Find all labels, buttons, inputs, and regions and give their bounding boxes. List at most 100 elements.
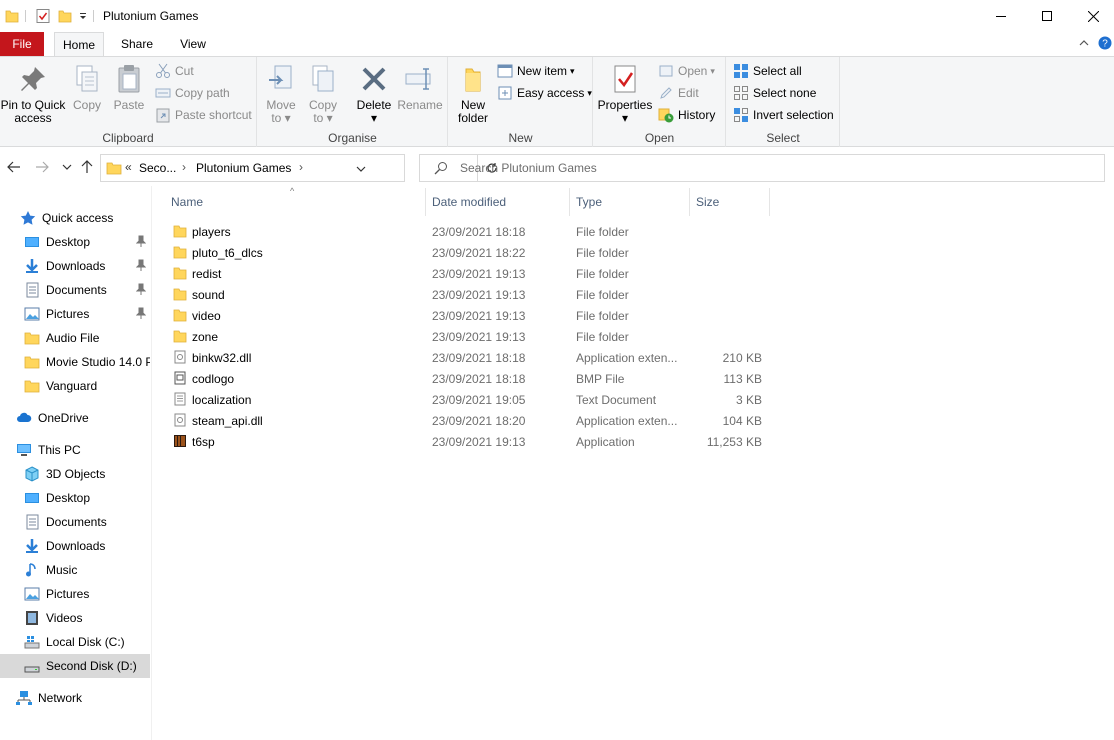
tab-file[interactable]: File [0,32,44,56]
collapse-ribbon-icon[interactable] [1079,39,1089,47]
properties-quick-icon[interactable] [36,8,50,24]
invert-selection-button[interactable]: Invert selection [733,105,834,125]
nav-label: Desktop [46,235,91,249]
nav-pc-second-disk-d[interactable]: Second Disk (D:) [0,654,150,678]
nav-label: OneDrive [38,411,89,425]
nav-quick-access[interactable]: Quick access [0,206,150,230]
delete-dropdown-arrow[interactable]: ▾ [352,112,396,125]
nav-pc-music[interactable]: Music [0,558,150,582]
breadcrumb-separator[interactable]: › [299,160,303,174]
nav-pc-pictures[interactable]: Pictures [0,582,150,606]
file-row-video[interactable]: video 23/09/2021 19:13 File folder [165,305,765,326]
column-header-date-modified[interactable]: Date modified [426,188,570,216]
file-row-players[interactable]: players 23/09/2021 18:18 File folder [165,221,765,242]
tab-home[interactable]: Home [54,32,104,57]
nav-this-pc[interactable]: This PC [0,438,150,462]
select-all-button[interactable]: Select all [733,61,802,81]
file-row-pluto-t6-dlcs[interactable]: pluto_t6_dlcs 23/09/2021 18:22 File folder [165,242,765,263]
file-row-sound[interactable]: sound 23/09/2021 19:13 File folder [165,284,765,305]
file-row-redist[interactable]: redist 23/09/2021 19:13 File folder [165,263,765,284]
delete-button[interactable]: Delete ▾ [352,59,396,125]
pin-icon[interactable] [136,283,146,295]
edit-button[interactable]: Edit [658,83,699,103]
address-bar[interactable]: « Seco... › Plutonium Games › [100,154,497,182]
address-history-chevron-icon[interactable] [356,165,366,173]
paste-shortcut-button[interactable]: Paste shortcut [155,105,252,125]
folder-icon [24,380,40,393]
column-header-name[interactable]: Name [165,188,426,216]
help-icon[interactable]: ? [1098,36,1112,50]
music-note-icon [26,563,36,577]
easy-access-button[interactable]: Easy access ▾ [497,83,592,103]
breadcrumb-second-disk[interactable]: Seco... [139,161,176,175]
file-type: Application [576,435,635,449]
back-button[interactable] [5,158,23,176]
nav-pc-documents[interactable]: Documents [0,510,150,534]
move-to-button[interactable]: Move to ▾ [262,59,300,125]
paste-shortcut-label: Paste shortcut [175,108,252,122]
pin-icon[interactable] [136,307,146,319]
column-header-type[interactable]: Type [570,188,690,216]
cut-button[interactable]: Cut [155,61,194,81]
customize-toolbar-dropdown-icon[interactable] [78,8,88,24]
properties-dropdown-arrow[interactable]: ▾ [596,112,654,125]
new-folder-button[interactable]: New folder [453,59,493,125]
forward-button[interactable] [33,158,51,176]
breadcrumb-plutonium-games[interactable]: Plutonium Games [196,161,291,175]
tab-share[interactable]: Share [114,32,160,56]
copy-path-label: Copy path [175,86,230,100]
new-folder-quick-icon[interactable] [58,8,72,24]
up-button[interactable] [78,158,96,176]
nav-onedrive[interactable]: OneDrive [0,406,150,430]
nav-pc-local-disk-c[interactable]: Local Disk (C:) [0,630,150,654]
rename-button[interactable]: Rename [396,59,444,112]
column-header-size[interactable]: Size [690,188,770,216]
nav-pc-desktop[interactable]: Desktop [0,486,150,510]
open-button[interactable]: Open ▾ [658,61,715,81]
nav-pc-downloads[interactable]: Downloads [0,534,150,558]
file-type: BMP File [576,372,625,386]
nav-pc-3d-objects[interactable]: 3D Objects [0,462,150,486]
nav-quick-movie-studio[interactable]: Movie Studio 14.0 P [0,350,150,374]
ribbon: Pin to Quick access Copy Paste Cut Copy … [0,56,1114,147]
copy-to-button[interactable]: Copy to ▾ [304,59,342,125]
search-input[interactable]: Search Plutonium Games [419,154,1105,182]
nav-quick-pictures[interactable]: Pictures [0,302,150,326]
copy-path-button[interactable]: Copy path [155,83,230,103]
select-none-button[interactable]: Select none [733,83,816,103]
pin-icon[interactable] [136,235,146,247]
properties-button[interactable]: Properties ▾ [596,59,654,125]
new-item-button[interactable]: New item ▾ [497,61,575,81]
tab-view[interactable]: View [170,32,216,56]
history-button[interactable]: History [658,105,715,125]
copy-button[interactable]: Copy [68,59,106,112]
file-row-steam-api-dll[interactable]: steam_api.dll 23/09/2021 18:20 Application… [165,410,765,431]
breadcrumb-overflow[interactable]: « [125,160,132,174]
nav-quick-documents[interactable]: Documents [0,278,150,302]
file-row-zone[interactable]: zone 23/09/2021 19:13 File folder [165,326,765,347]
breadcrumb-separator[interactable]: › [182,160,186,174]
file-row-localization[interactable]: localization 23/09/2021 19:05 Text Documen… [165,389,765,410]
folder-icon [106,162,122,175]
nav-label: Downloads [46,259,106,273]
new-group: New folder New item ▾ Easy access ▾ New [449,57,593,147]
nav-quick-downloads[interactable]: Downloads [0,254,150,278]
nav-pc-videos[interactable]: Videos [0,606,150,630]
recent-locations-button[interactable] [58,158,76,176]
nav-quick-desktop[interactable]: Desktop [0,230,150,254]
file-row-codlogo[interactable]: codlogo 23/09/2021 18:18 BMP File 113 KB [165,368,765,389]
pin-icon[interactable] [136,259,146,271]
clipboard-group: Pin to Quick access Copy Paste Cut Copy … [0,57,257,147]
file-row-binkw32-dll[interactable]: binkw32.dll 23/09/2021 18:18 Application e… [165,347,765,368]
maximize-button[interactable] [1024,0,1070,32]
folder-icon [173,309,187,322]
nav-quick-audio-file[interactable]: Audio File [0,326,150,350]
nav-network[interactable]: Network [0,686,150,710]
pin-to-quick-access-button[interactable]: Pin to Quick access [0,59,66,125]
close-button[interactable] [1070,0,1114,32]
minimize-button[interactable] [978,0,1024,32]
nav-quick-vanguard[interactable]: Vanguard [0,374,150,398]
new-folder-icon [465,68,481,92]
paste-button[interactable]: Paste [110,59,148,112]
file-row-t6sp[interactable]: t6sp 23/09/2021 19:13 Application 11,253 KB [165,431,765,452]
